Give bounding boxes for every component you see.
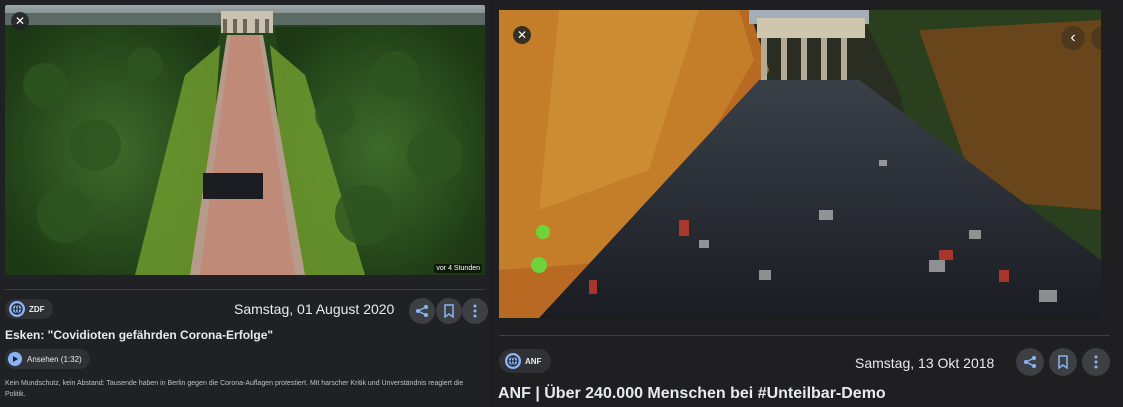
globe-icon bbox=[505, 353, 521, 369]
close-icon[interactable]: ✕ bbox=[513, 26, 531, 44]
time-ago-badge: vor 4 Stunden bbox=[434, 264, 482, 273]
share-button[interactable] bbox=[409, 298, 435, 324]
left-image-card: ✕ vor 4 Stunden ZDF Samstag, 01 August 2… bbox=[0, 0, 490, 407]
divider bbox=[499, 335, 1110, 336]
article-title[interactable]: ANF | Über 240.000 Menschen bei #Unteilb… bbox=[498, 385, 886, 403]
source-label: ANF bbox=[525, 356, 542, 366]
source-label: ZDF bbox=[29, 304, 45, 314]
globe-icon bbox=[9, 301, 25, 317]
more-options-button[interactable] bbox=[1082, 348, 1110, 376]
article-description: Kein Mundschutz, kein Abstand: Tausende … bbox=[5, 380, 464, 398]
chevron-left-icon[interactable]: ‹ bbox=[1061, 26, 1085, 50]
source-chip-anf[interactable]: ANF bbox=[499, 349, 552, 373]
save-button[interactable] bbox=[436, 298, 462, 324]
share-button[interactable] bbox=[1016, 348, 1044, 376]
unteilbar-demo-2018-photo[interactable]: ✕ ‹ › bbox=[499, 10, 1101, 318]
more-options-button[interactable] bbox=[462, 298, 488, 324]
aerial-street-demo-image bbox=[5, 5, 485, 275]
watch-video-button[interactable]: Ansehen (1:32) bbox=[5, 349, 90, 369]
article-title[interactable]: Esken: "Covidioten gefährden Corona-Erfo… bbox=[5, 328, 273, 342]
more-vert-icon bbox=[1094, 355, 1098, 369]
play-icon bbox=[8, 352, 22, 366]
source-chip-zdf[interactable]: ZDF bbox=[5, 299, 53, 319]
publish-date: Samstag, 01 August 2020 bbox=[234, 301, 395, 317]
publish-date: Samstag, 13 Okt 2018 bbox=[855, 355, 995, 371]
more-vert-icon bbox=[473, 304, 477, 318]
berlin-demo-2020-photo[interactable]: ✕ vor 4 Stunden bbox=[5, 5, 485, 275]
street-demo-crowd-image bbox=[499, 10, 1101, 318]
share-icon bbox=[416, 305, 428, 317]
divider bbox=[5, 289, 485, 290]
save-button[interactable] bbox=[1049, 348, 1077, 376]
watch-label: Ansehen (1:32) bbox=[27, 354, 82, 364]
bookmark-icon bbox=[444, 304, 454, 318]
right-image-card: ✕ ‹ › ANF Samstag, 13 Okt 2018 ANF | Übe… bbox=[490, 0, 1123, 407]
share-icon bbox=[1024, 356, 1036, 368]
close-icon[interactable]: ✕ bbox=[11, 12, 29, 30]
bookmark-icon bbox=[1058, 355, 1068, 369]
